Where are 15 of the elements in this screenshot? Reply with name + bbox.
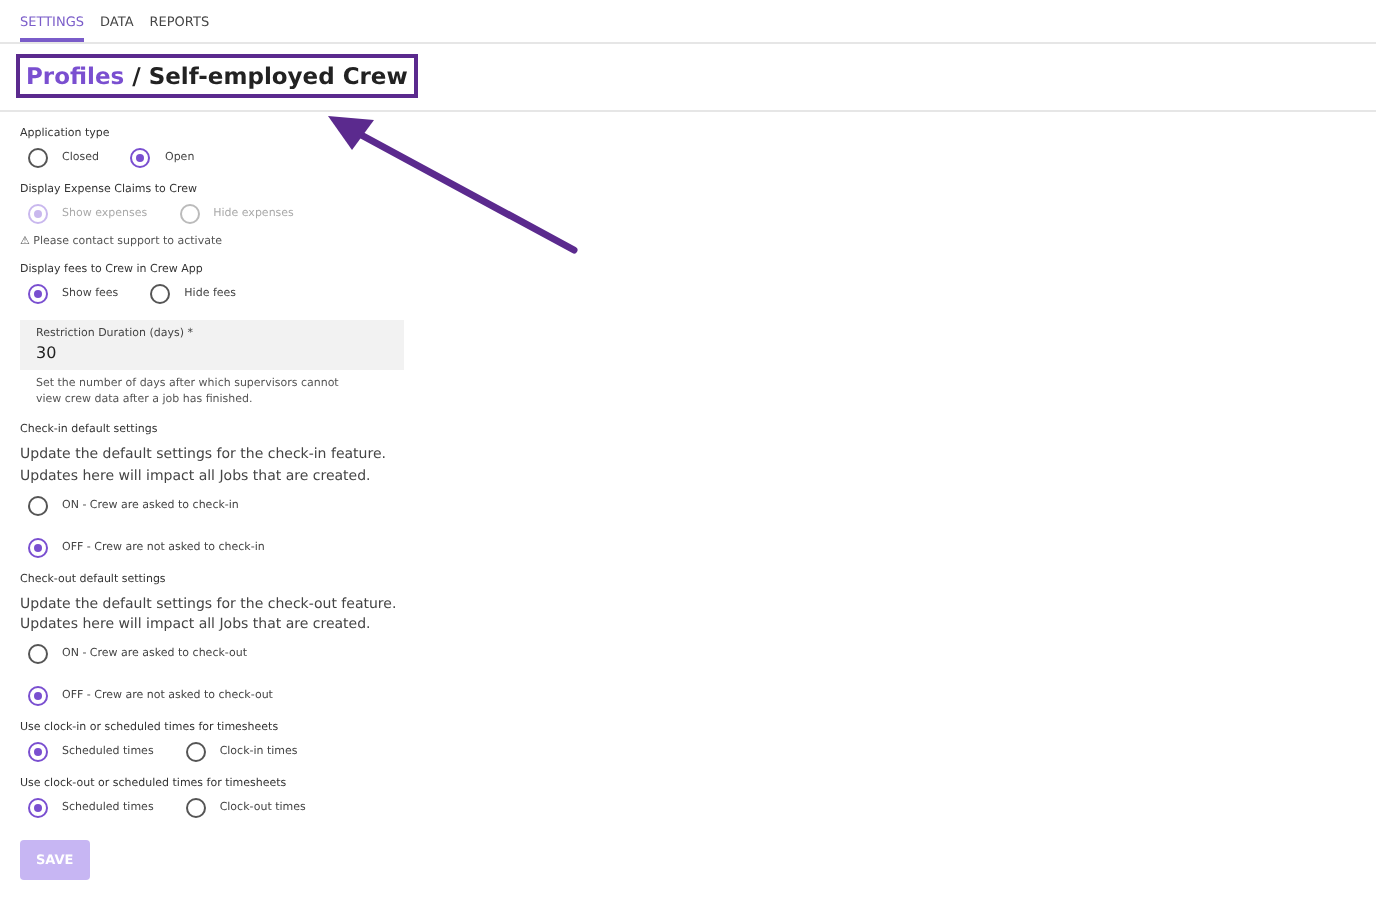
breadcrumb-link[interactable]: Profiles [26, 62, 125, 90]
field-value: 30 [36, 344, 59, 362]
radio-button[interactable] [28, 685, 48, 706]
radio-button[interactable] [28, 643, 48, 664]
radio-button[interactable] [185, 797, 206, 818]
radio-button[interactable] [150, 284, 171, 304]
radio-button[interactable] [185, 741, 206, 762]
radio-button[interactable] [28, 148, 48, 168]
radio-button[interactable] [130, 148, 151, 168]
page-title: Profiles / Self-employed Crew [16, 54, 418, 98]
radio-button[interactable] [28, 284, 48, 304]
radio-button[interactable] [28, 495, 48, 516]
radio-button[interactable] [28, 797, 48, 818]
radio-button[interactable] [28, 537, 48, 558]
radio-button[interactable] [28, 741, 48, 762]
